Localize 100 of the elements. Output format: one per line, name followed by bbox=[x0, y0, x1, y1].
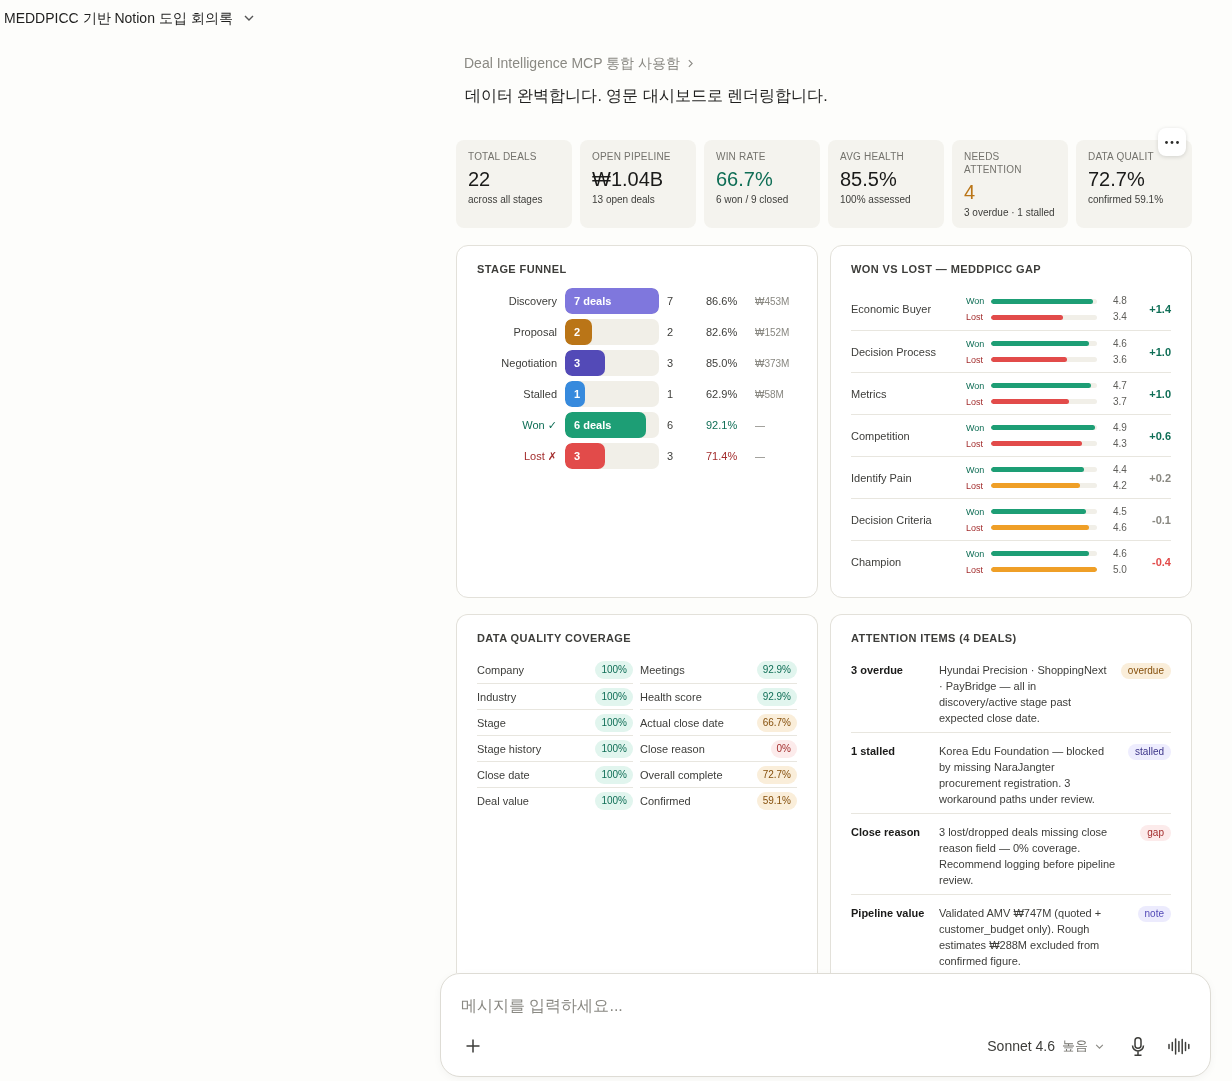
stage-percent: 71.4% bbox=[706, 450, 738, 462]
criterion-label: Champion bbox=[851, 555, 902, 568]
kpi-value: ₩1.04B bbox=[592, 167, 664, 191]
chevron-down-icon bbox=[1095, 1043, 1104, 1049]
kpi-label: NEEDS ATTENTION bbox=[964, 150, 1023, 176]
coverage-percent-badge: 72.7% bbox=[756, 765, 797, 784]
score-value: 4.7 bbox=[1113, 378, 1127, 393]
coverage-label: Company bbox=[477, 664, 525, 676]
stage-amount: ₩453M bbox=[755, 295, 790, 307]
score-value: 4.6 bbox=[1113, 546, 1127, 561]
stage-percent: 82.6% bbox=[706, 326, 738, 338]
plus-icon bbox=[466, 1039, 480, 1053]
deal-count: 6 bbox=[667, 419, 674, 431]
score-value: 4.9 bbox=[1113, 420, 1127, 435]
score-gap: +1.0 bbox=[1149, 387, 1171, 400]
score-gap: +1.4 bbox=[1149, 303, 1171, 315]
kpi-value: 66.7% bbox=[716, 167, 773, 191]
coverage-label: Stage bbox=[477, 716, 506, 729]
coverage-label: Close reason bbox=[640, 742, 705, 755]
attention-label: 1 stalled bbox=[851, 744, 897, 759]
coverage-label: Overall complete bbox=[640, 768, 723, 781]
coverage-percent-badge: 100% bbox=[595, 661, 633, 679]
coverage-percent-badge: 59.1% bbox=[756, 791, 797, 810]
score-gap: -0.4 bbox=[1152, 555, 1171, 568]
bar-label: Lost bbox=[966, 479, 983, 493]
kpi-label: DATA QUALIT bbox=[1088, 150, 1154, 163]
attention-description: Validated AMV ₩747M (quoted + customer_budget only). Rough estimates ₩288M excluded from confirmed figure. bbox=[939, 906, 1103, 969]
stage-label: Lost ✗ bbox=[523, 449, 557, 463]
attention-tag: overdue bbox=[1120, 663, 1171, 679]
stage-amount: ₩373M bbox=[755, 357, 790, 369]
stage-amount: ₩152M bbox=[755, 326, 790, 338]
score-gap: +0.6 bbox=[1149, 429, 1171, 442]
score-value: 4.5 bbox=[1113, 504, 1127, 519]
stage-bar-fill: 3 bbox=[565, 350, 606, 376]
bar-label: Lost bbox=[966, 395, 983, 409]
deal-count: 3 bbox=[667, 450, 674, 462]
bar-label: Lost bbox=[966, 311, 983, 324]
stage-label: Negotiation bbox=[501, 357, 557, 369]
kpi-value: 72.7% bbox=[1088, 167, 1145, 191]
coverage-percent-badge: 100% bbox=[595, 687, 633, 706]
stage-bar-fill: 7 deals bbox=[565, 288, 659, 314]
bar-label: Won bbox=[966, 379, 985, 393]
coverage-label: Deal value bbox=[477, 794, 529, 807]
chevron-right-icon bbox=[688, 58, 694, 68]
bar-label: Won bbox=[966, 547, 985, 561]
attention-label: 3 overdue bbox=[851, 663, 904, 678]
stage-amount: ₩58M bbox=[755, 388, 784, 400]
stage-bar-fill: 3 bbox=[565, 443, 606, 469]
score-value: 4.6 bbox=[1113, 520, 1127, 535]
kpi-subtext: 3 overdue · 1 stalled bbox=[964, 206, 1055, 219]
card-title: STAGE FUNNEL bbox=[477, 262, 567, 276]
kpi-label: WIN RATE bbox=[716, 150, 766, 163]
coverage-percent-badge: 100% bbox=[595, 713, 633, 732]
waveform-icon bbox=[1168, 1037, 1190, 1055]
more-options-button[interactable] bbox=[1158, 128, 1186, 156]
criterion-label: Decision Criteria bbox=[851, 513, 932, 526]
assistant-message: 데이터 완벽합니다. 영문 대시보드로 렌더링합니다. bbox=[465, 86, 828, 106]
bar-label: Won bbox=[966, 295, 985, 308]
attention-tag: stalled bbox=[1128, 744, 1171, 760]
stage-percent: 62.9% bbox=[706, 388, 738, 400]
kpi-subtext: confirmed 59.1% bbox=[1088, 193, 1164, 206]
score-value: 4.3 bbox=[1113, 436, 1127, 451]
kpi-subtext: 13 open deals bbox=[592, 193, 655, 206]
coverage-percent-badge: 66.7% bbox=[756, 713, 797, 732]
deal-count: 2 bbox=[667, 326, 674, 338]
attention-label: Pipeline value bbox=[851, 906, 926, 921]
score-value: 5.0 bbox=[1113, 562, 1127, 577]
bar-label: Won bbox=[966, 337, 985, 351]
coverage-percent-badge: 100% bbox=[595, 739, 633, 758]
attention-label: Close reason bbox=[851, 825, 922, 840]
stage-percent: 85.0% bbox=[706, 357, 738, 369]
bar-label: Lost bbox=[966, 437, 983, 451]
kpi-subtext: across all stages bbox=[468, 193, 543, 206]
coverage-label: Close date bbox=[477, 768, 530, 781]
score-value: 3.4 bbox=[1113, 310, 1127, 324]
stage-label: Discovery bbox=[508, 295, 557, 307]
kpi-value: 85.5% bbox=[840, 167, 897, 191]
kpi-subtext: 6 won / 9 closed bbox=[716, 193, 789, 206]
model-selector[interactable]: Sonnet 4.6 높음 bbox=[985, 1032, 1106, 1060]
bar-label: Lost bbox=[966, 521, 983, 535]
kpi-value: 22 bbox=[468, 167, 491, 191]
more-icon bbox=[1165, 140, 1179, 144]
message-input[interactable]: 메시지를 입력하세요... bbox=[461, 992, 1061, 1020]
stage-amount: — bbox=[755, 450, 765, 462]
score-value: 4.6 bbox=[1113, 336, 1127, 351]
conversation-title-button[interactable]: MEDDPICC 기반 Notion 도입 회의록 bbox=[4, 8, 254, 28]
stage-percent: 86.6% bbox=[706, 295, 738, 307]
attention-description: Hyundai Precision · ShoppingNext · PayBridge — all in discovery/active stage past expected close date. bbox=[939, 663, 1108, 726]
tool-use-toggle[interactable]: Deal Intelligence MCP 통합 사용함 bbox=[464, 54, 694, 72]
microphone-icon bbox=[1131, 1036, 1145, 1056]
attention-tag: note bbox=[1137, 906, 1171, 922]
bar-label: Won bbox=[966, 463, 985, 477]
score-value: 3.7 bbox=[1113, 394, 1127, 409]
coverage-label: Actual close date bbox=[640, 716, 724, 729]
coverage-label: Stage history bbox=[477, 742, 542, 755]
stage-label: Proposal bbox=[513, 326, 557, 338]
score-gap: +1.0 bbox=[1149, 345, 1171, 358]
card-title: DATA QUALITY COVERAGE bbox=[477, 631, 632, 645]
stage-bar-fill: 2 bbox=[565, 319, 593, 345]
stage-bar-fill: 6 deals bbox=[565, 412, 646, 438]
